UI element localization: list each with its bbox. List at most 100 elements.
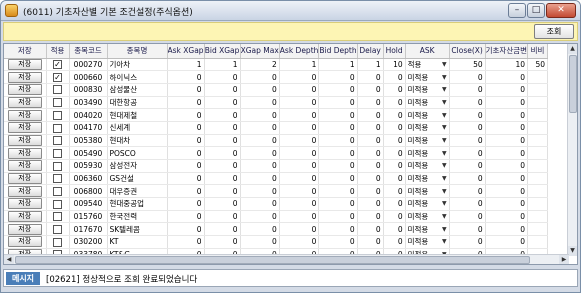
ask-depth-cell[interactable]: 0	[279, 210, 320, 224]
bid-xgap-cell[interactable]: 0	[204, 146, 241, 160]
base-asset-cell[interactable]: 0	[485, 172, 529, 186]
delay-cell[interactable]: 0	[357, 159, 384, 173]
column-header[interactable]: XGap Max	[240, 44, 280, 59]
xgap-max-cell[interactable]: 0	[240, 108, 280, 122]
row-save-button[interactable]: 저장	[7, 147, 42, 159]
hold-cell[interactable]: 0	[383, 134, 406, 148]
apply-checkbox[interactable]	[53, 225, 62, 235]
hold-cell[interactable]: 0	[383, 121, 406, 135]
stock-name-cell[interactable]: 하이닉스	[107, 70, 168, 84]
horizontal-scrollbar[interactable]: ◀ ▶	[4, 254, 569, 264]
table-row[interactable]: 저장 003490 대한항공 0 0 0 0 0 0 0 미적용 ▼ 0 0	[4, 96, 549, 110]
close-cell[interactable]: 0	[449, 146, 486, 160]
ask-xgap-cell[interactable]: 1	[167, 58, 205, 72]
table-row[interactable]: 저장 030200 KT 0 0 0 0 0 0 0 미적용 ▼ 0 0	[4, 235, 549, 249]
extra-cell[interactable]	[527, 70, 549, 84]
close-cell[interactable]: 0	[449, 70, 486, 84]
bid-depth-cell[interactable]: 0	[318, 210, 358, 224]
stock-code-cell[interactable]: 030200	[69, 235, 108, 249]
column-header[interactable]: ASK	[405, 44, 450, 59]
ask-xgap-cell[interactable]: 0	[167, 146, 205, 160]
ask-xgap-cell[interactable]: 0	[167, 184, 205, 199]
close-cell[interactable]: 0	[449, 83, 486, 97]
ask-combo[interactable]: 미적용 ▼	[408, 211, 447, 222]
xgap-max-cell[interactable]: 0	[240, 159, 280, 173]
ask-xgap-cell[interactable]: 0	[167, 222, 205, 237]
close-button[interactable]: ✕	[546, 3, 576, 18]
stock-name-cell[interactable]: 대한항공	[107, 96, 168, 110]
table-row[interactable]: 저장 005930 삼성전자 0 0 0 0 0 0 0 미적용 ▼ 0 0	[4, 159, 549, 173]
bid-depth-cell[interactable]: 0	[318, 235, 358, 249]
extra-cell[interactable]	[527, 222, 549, 237]
ask-xgap-cell[interactable]: 0	[167, 96, 205, 110]
ask-combo[interactable]: 미적용 ▼	[408, 84, 447, 95]
xgap-max-cell[interactable]: 0	[240, 235, 280, 249]
dropdown-arrow-icon[interactable]: ▼	[442, 200, 447, 207]
ask-combo[interactable]: 미적용 ▼	[408, 173, 447, 184]
table-row[interactable]: 저장 006800 대우증권 0 0 0 0 0 0 0 미적용 ▼ 0 0	[4, 184, 549, 199]
ask-depth-cell[interactable]: 0	[279, 134, 320, 148]
row-save-button[interactable]: 저장	[7, 236, 42, 248]
scroll-down-icon[interactable]: ▼	[568, 246, 577, 256]
ask-depth-cell[interactable]: 1	[279, 58, 320, 72]
stock-name-cell[interactable]: 기아차	[107, 58, 168, 72]
apply-checkbox[interactable]	[53, 174, 62, 184]
close-cell[interactable]: 0	[449, 222, 486, 237]
table-row[interactable]: 저장 004170 신세계 0 0 0 0 0 0 0 미적용 ▼ 0 0	[4, 121, 549, 135]
ask-xgap-cell[interactable]: 0	[167, 172, 205, 186]
bid-depth-cell[interactable]: 0	[318, 172, 358, 186]
ask-select[interactable]: 미적용 ▼	[405, 70, 450, 84]
bid-xgap-cell[interactable]: 0	[204, 83, 241, 97]
row-save-button[interactable]: 저장	[7, 109, 42, 121]
dropdown-arrow-icon[interactable]: ▼	[442, 175, 447, 182]
stock-name-cell[interactable]: 한국전력	[107, 210, 168, 224]
apply-checkbox[interactable]	[53, 98, 62, 108]
extra-cell[interactable]	[527, 184, 549, 199]
column-header[interactable]: 비비	[527, 44, 549, 59]
xgap-max-cell[interactable]: 0	[240, 134, 280, 148]
stock-name-cell[interactable]: 현대중공업	[107, 197, 168, 211]
extra-cell[interactable]	[527, 159, 549, 173]
apply-checkbox[interactable]	[53, 212, 62, 222]
close-cell[interactable]: 0	[449, 121, 486, 135]
ask-xgap-cell[interactable]: 0	[167, 210, 205, 224]
xgap-max-cell[interactable]: 2	[240, 58, 280, 72]
close-cell[interactable]: 0	[449, 134, 486, 148]
row-save-button[interactable]: 저장	[7, 122, 42, 134]
column-header[interactable]: 종목명	[107, 44, 168, 59]
column-header[interactable]: 적용	[46, 44, 70, 59]
ask-xgap-cell[interactable]: 0	[167, 197, 205, 211]
bid-xgap-cell[interactable]: 0	[204, 222, 241, 237]
column-header[interactable]: 기초자산금변	[485, 44, 529, 59]
apply-checkbox[interactable]	[53, 136, 62, 146]
delay-cell[interactable]: 0	[357, 96, 384, 110]
apply-checkbox[interactable]	[53, 123, 62, 133]
maximize-button[interactable]: □	[527, 3, 545, 18]
stock-code-cell[interactable]: 017670	[69, 222, 108, 237]
hold-cell[interactable]: 0	[383, 70, 406, 84]
row-save-button[interactable]: 저장	[7, 211, 42, 222]
extra-cell[interactable]	[527, 83, 549, 97]
close-cell[interactable]: 0	[449, 235, 486, 249]
delay-cell[interactable]: 0	[357, 70, 384, 84]
stock-code-cell[interactable]: 000270	[69, 58, 108, 72]
column-header[interactable]: Close(X)	[449, 44, 486, 59]
apply-checkbox[interactable]	[53, 199, 62, 209]
base-asset-cell[interactable]: 0	[485, 197, 529, 211]
close-cell[interactable]: 0	[449, 108, 486, 122]
delay-cell[interactable]: 0	[357, 222, 384, 237]
ask-depth-cell[interactable]: 0	[279, 159, 320, 173]
base-asset-cell[interactable]: 0	[485, 83, 529, 97]
row-save-button[interactable]: 저장	[7, 223, 42, 235]
column-header[interactable]: Ask Depth	[279, 44, 320, 59]
base-asset-cell[interactable]: 0	[485, 108, 529, 122]
ask-xgap-cell[interactable]: 0	[167, 235, 205, 249]
base-asset-cell[interactable]: 0	[485, 235, 529, 249]
bid-depth-cell[interactable]: 0	[318, 159, 358, 173]
dropdown-arrow-icon[interactable]: ▼	[442, 213, 447, 220]
extra-cell[interactable]	[527, 210, 549, 224]
close-cell[interactable]: 0	[449, 96, 486, 110]
bid-xgap-cell[interactable]: 0	[204, 172, 241, 186]
bid-depth-cell[interactable]: 0	[318, 197, 358, 211]
bid-xgap-cell[interactable]: 0	[204, 184, 241, 199]
